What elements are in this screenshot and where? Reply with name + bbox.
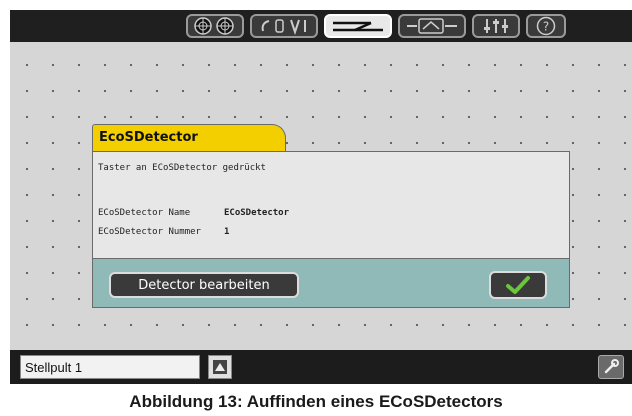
figure-caption: Abbildung 13: Auffinden eines ECoSDetect… [129, 392, 503, 411]
arrow-up-icon [213, 360, 227, 374]
switches-icon [407, 18, 457, 34]
panel-select-button[interactable] [208, 355, 232, 379]
detector-name-value: ECoSDetector [224, 208, 290, 218]
track-diagram-button[interactable] [324, 14, 392, 38]
edit-mode-button[interactable] [598, 355, 624, 379]
track-diagram-icon [333, 21, 383, 32]
checkmark-icon [506, 276, 530, 294]
edit-detector-button[interactable]: Detector bearbeiten [109, 272, 299, 298]
dialog-message: Taster an ECoSDetector gedrückt [98, 163, 266, 173]
panel-name-field[interactable]: Stellpult 1 [20, 355, 200, 379]
locomotives-button[interactable] [186, 14, 244, 38]
detector-number-label: ECoSDetector Nummer [98, 227, 201, 237]
switches-button[interactable] [398, 14, 466, 38]
detector-number-value: 1 [224, 227, 230, 237]
detector-dialog: EcoSDetector Taster an ECoSDetector gedr… [92, 124, 570, 308]
detector-name-label: ECoSDetector Name [98, 208, 191, 218]
detector-number-row: ECoSDetector Nummer 1 [98, 227, 229, 237]
dialog-footer: Detector bearbeiten [92, 258, 570, 308]
bottom-bar: Stellpult 1 [10, 350, 632, 384]
settings-icon [484, 19, 508, 33]
svg-text:?: ? [543, 20, 549, 34]
confirm-button[interactable] [489, 271, 547, 299]
ecos-screen: ? EcoSDetector Taster an ECoSDetector ge… [10, 10, 632, 384]
keyboard-button[interactable] [250, 14, 318, 38]
detector-name-row: ECoSDetector Name ECoSDetector [98, 208, 289, 218]
settings-button[interactable] [472, 14, 520, 38]
wrench-icon [604, 359, 619, 374]
dialog-title: EcoSDetector [92, 124, 286, 152]
help-icon: ? [536, 16, 556, 36]
keyboard-icon [261, 19, 306, 35]
top-toolbar: ? [10, 10, 632, 42]
dialog-body: Taster an ECoSDetector gedrückt ECoSDete… [92, 151, 570, 258]
help-button[interactable]: ? [526, 14, 566, 38]
locomotives-icon [194, 17, 234, 35]
